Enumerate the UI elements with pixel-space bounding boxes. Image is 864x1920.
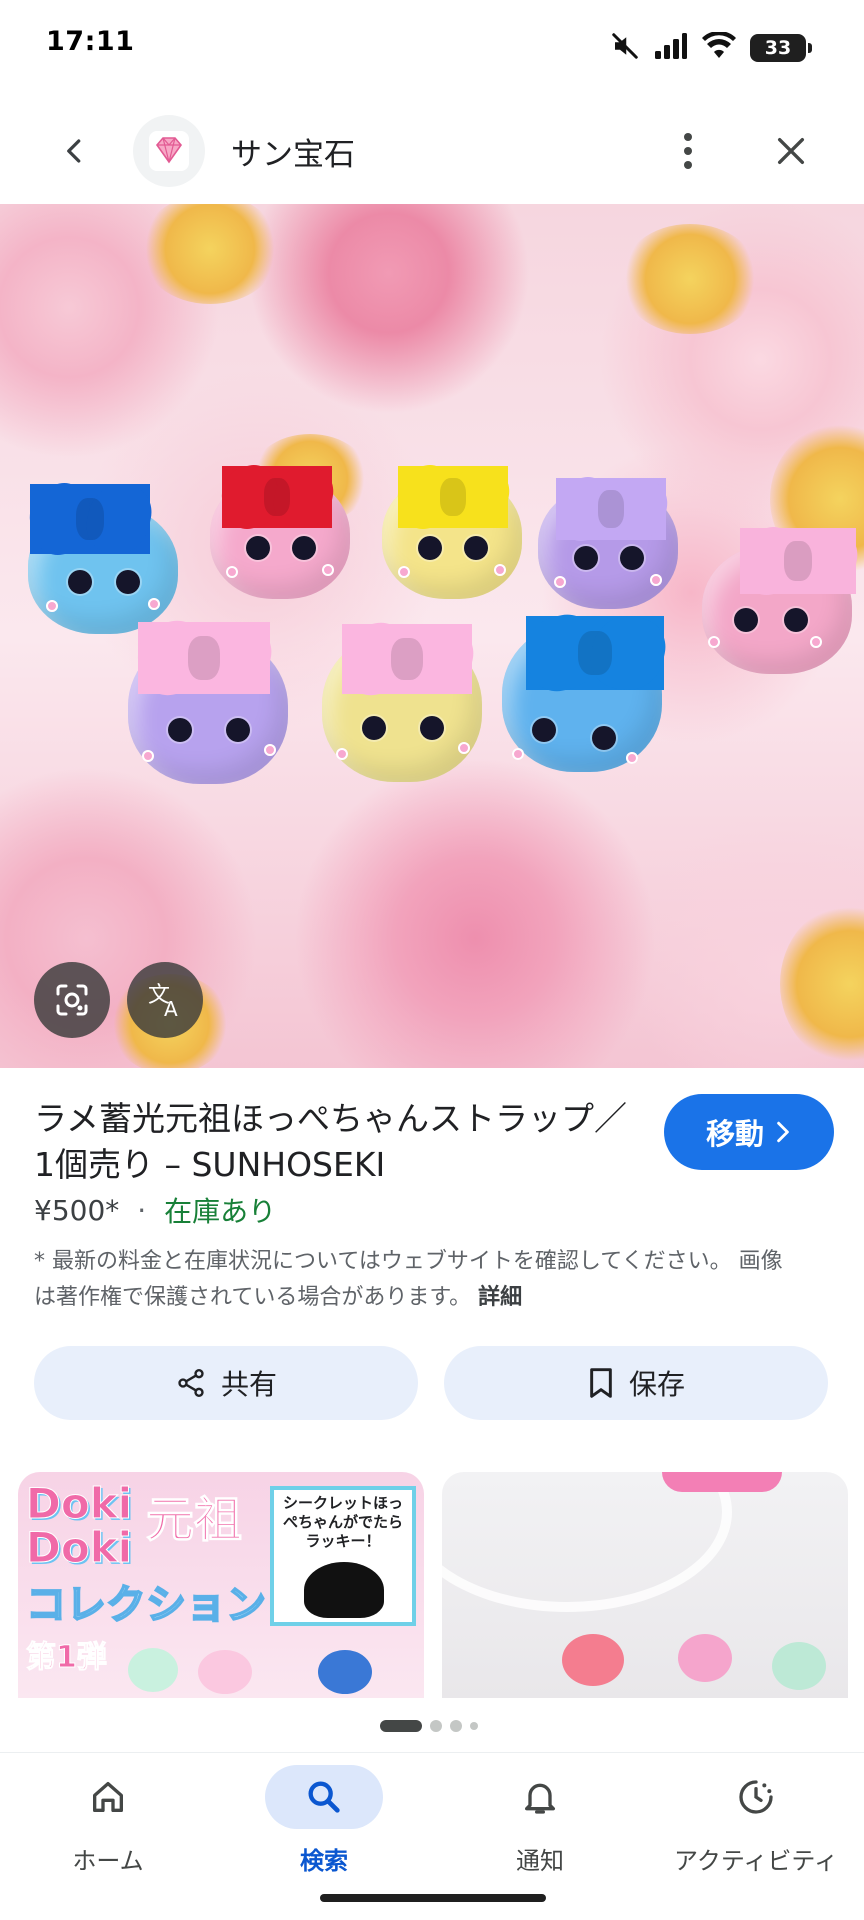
- product-title[interactable]: ラメ蓄光元祖ほっぺちゃんストラップ／1個売り – SUNHOSEKI: [34, 1096, 634, 1188]
- save-button[interactable]: 保存: [444, 1346, 828, 1420]
- related-title-right: 元祖: [145, 1492, 243, 1549]
- diamond-logo-icon: [149, 131, 189, 171]
- separator: ·: [137, 1193, 147, 1227]
- share-icon: [178, 1369, 204, 1397]
- related-title-line2: Doki: [25, 1523, 133, 1572]
- bow-decoration: [740, 528, 856, 594]
- related-card-title: Doki Doki: [25, 1479, 133, 1572]
- nav-label: 通知: [516, 1847, 564, 1875]
- nav-home[interactable]: ホーム: [0, 1765, 216, 1885]
- bow-decoration: [398, 466, 508, 528]
- status-bar: 17:11 33: [0, 0, 864, 92]
- battery-icon: 33: [750, 34, 812, 62]
- flower-center: [620, 224, 760, 334]
- pink-lid: [662, 1472, 782, 1492]
- home-icon: [49, 1765, 167, 1829]
- page-dot: [470, 1722, 478, 1730]
- page-dot: [450, 1720, 462, 1732]
- bookmark-icon: [590, 1368, 612, 1398]
- mute-icon: [610, 31, 640, 65]
- search-icon: [265, 1765, 383, 1829]
- save-label: 保存: [628, 1368, 685, 1401]
- page-dot: [430, 1720, 442, 1732]
- price-row: ¥500* · 在庫あり: [34, 1190, 276, 1230]
- nav-search[interactable]: 検索: [216, 1765, 432, 1885]
- bell-icon: [481, 1765, 599, 1829]
- lens-icon: [56, 984, 88, 1016]
- chevron-right-icon: [777, 1121, 789, 1143]
- related-subtitle: コレクション: [25, 1581, 267, 1629]
- glass-jar: [442, 1472, 732, 1612]
- activity-icon: [697, 1765, 815, 1829]
- bow-decoration: [342, 624, 472, 694]
- nav-label: アクティビティ: [674, 1847, 838, 1875]
- related-title-line1: Doki: [25, 1479, 133, 1528]
- flower-center: [780, 904, 864, 1064]
- back-button[interactable]: [52, 128, 98, 174]
- signal-icon: [654, 32, 688, 64]
- disclaimer: * 最新の料金と在庫状況についてはウェブサイトを確認してください。 画像は著作権…: [34, 1244, 794, 1316]
- home-indicator: [320, 1894, 546, 1902]
- site-name[interactable]: サン宝石: [231, 129, 355, 174]
- details-link[interactable]: 詳細: [478, 1285, 522, 1310]
- wifi-icon: [702, 30, 736, 64]
- translate-icon: 文 A: [148, 983, 178, 1020]
- nav-activity[interactable]: アクティビティ: [648, 1765, 864, 1885]
- product-image[interactable]: [0, 204, 864, 1068]
- battery-level: 33: [764, 37, 792, 59]
- stock-status: 在庫あり: [164, 1195, 277, 1228]
- page-dot-active: [380, 1720, 422, 1732]
- silhouette-image: [304, 1562, 384, 1618]
- mini-figure: [562, 1634, 624, 1686]
- nav-label: 検索: [300, 1847, 348, 1875]
- back-icon: [67, 139, 81, 163]
- more-vert-icon: [684, 133, 692, 169]
- lens-search-button[interactable]: [34, 962, 110, 1038]
- mini-figure: [198, 1650, 252, 1694]
- close-icon: [777, 137, 805, 165]
- secret-box: シークレットほっぺちゃんがでたらラッキー！: [270, 1486, 416, 1626]
- bow-decoration: [138, 622, 270, 694]
- secret-box-text: シークレットほっぺちゃんがでたらラッキー！: [282, 1494, 403, 1550]
- price: ¥500*: [34, 1193, 120, 1227]
- carousel-pagination: [380, 1720, 478, 1732]
- related-image-card[interactable]: [442, 1472, 848, 1698]
- mini-figure: [772, 1642, 826, 1690]
- visit-button-label: 移動: [705, 1117, 764, 1151]
- svg-text:A: A: [164, 997, 178, 1020]
- mini-figure: [128, 1648, 178, 1692]
- site-logo[interactable]: [133, 115, 205, 187]
- bow-decoration: [556, 478, 666, 540]
- flower-center: [140, 204, 280, 304]
- visit-button[interactable]: 移動: [664, 1094, 834, 1170]
- more-options-button[interactable]: [668, 126, 708, 176]
- translate-button[interactable]: 文 A: [127, 962, 203, 1038]
- status-time: 17:11: [46, 26, 135, 57]
- nav-label: ホーム: [72, 1847, 144, 1875]
- bow-decoration: [526, 616, 664, 690]
- bow-decoration: [222, 466, 332, 528]
- series-badge: 第1弾: [26, 1640, 108, 1676]
- status-icons: 33: [610, 30, 812, 66]
- share-label: 共有: [220, 1368, 277, 1401]
- viewer-header: サン宝石: [0, 110, 864, 190]
- mini-figure: [318, 1650, 372, 1694]
- bow-decoration: [30, 484, 150, 554]
- close-button[interactable]: [766, 126, 816, 176]
- nav-notifications[interactable]: 通知: [432, 1765, 648, 1885]
- disclaimer-text: * 最新の料金と在庫状況についてはウェブサイトを確認してください。 画像は著作権…: [34, 1249, 783, 1310]
- share-button[interactable]: 共有: [34, 1346, 418, 1420]
- mini-figure: [678, 1634, 732, 1682]
- related-image-card[interactable]: Doki Doki 元祖 コレクション シークレットほっぺちゃんがでたらラッキー…: [18, 1472, 424, 1698]
